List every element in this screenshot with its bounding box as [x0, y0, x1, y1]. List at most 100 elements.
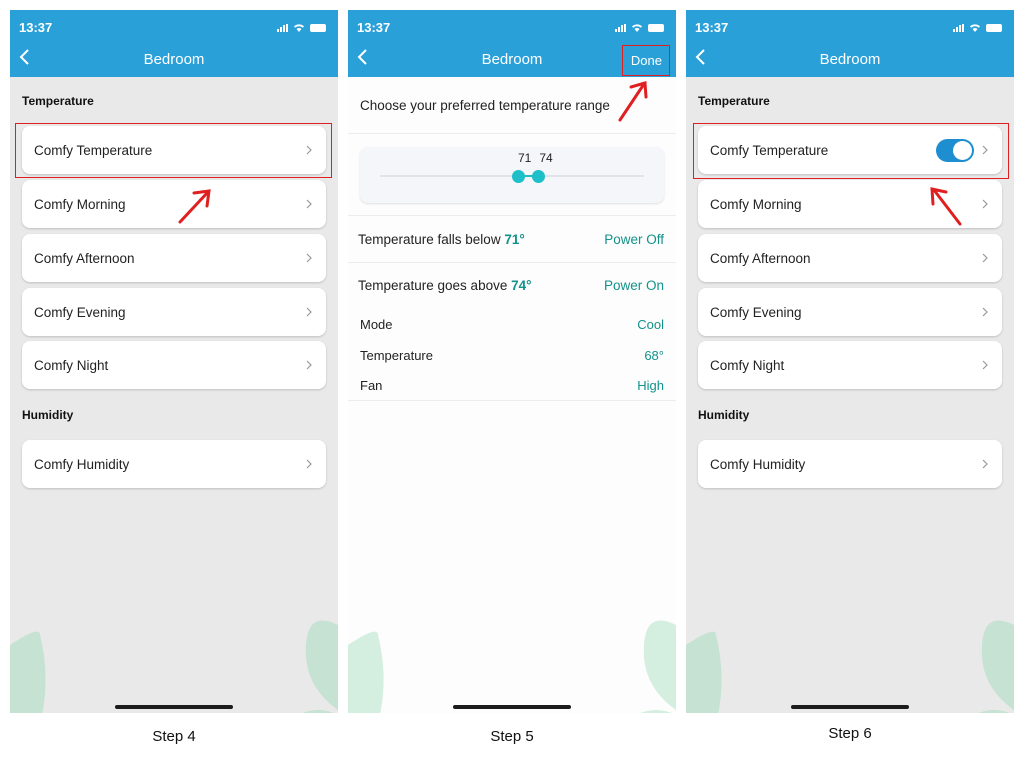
below-threshold-action[interactable]: Power Off: [604, 232, 664, 247]
list-item-label: Comfy Humidity: [34, 456, 130, 472]
leaf-decoration-icon: [640, 620, 676, 713]
status-icons: [953, 23, 1002, 32]
chevron-right-icon: [982, 459, 988, 469]
list-item-comfy-evening[interactable]: Comfy Evening: [22, 288, 326, 336]
screen-step-6: 13:37 Bedroom Temperature Comfy Temperat…: [686, 10, 1014, 713]
step-caption: Step 5: [490, 728, 534, 745]
above-threshold-label: Temperature goes above 74°: [358, 278, 532, 293]
list-item-comfy-afternoon[interactable]: Comfy Afternoon: [22, 234, 326, 282]
setting-row-mode[interactable]: Mode Cool: [360, 317, 664, 332]
annotation-arrow-icon: [178, 189, 211, 224]
setting-value: High: [637, 378, 664, 393]
annotation-arrow-icon: [930, 187, 962, 226]
list-item-comfy-night[interactable]: Comfy Night: [698, 341, 1002, 389]
leaf-decoration-icon: [978, 620, 1014, 713]
slider-values: 71 74: [518, 151, 561, 165]
nav-bar: 13:37 Bedroom: [686, 10, 1014, 77]
list-item-label: Comfy Night: [34, 357, 109, 373]
list-item-comfy-morning[interactable]: Comfy Morning: [22, 180, 326, 228]
annotation-highlight-box: [15, 123, 332, 178]
slider-high-value: 74: [539, 151, 553, 165]
list-item-comfy-night[interactable]: Comfy Night: [22, 341, 326, 389]
chevron-right-icon: [306, 199, 312, 209]
chevron-right-icon: [982, 360, 988, 370]
divider: [348, 215, 676, 216]
divider: [348, 400, 676, 401]
slider-low-value: 71: [518, 151, 532, 165]
list-item-comfy-afternoon[interactable]: Comfy Afternoon: [698, 234, 1002, 282]
page-title: Bedroom: [819, 51, 881, 68]
chevron-right-icon: [982, 253, 988, 263]
setting-label: Temperature: [360, 348, 433, 363]
above-threshold-action[interactable]: Power On: [604, 278, 664, 293]
section-label-temperature: Temperature: [22, 94, 94, 108]
list-item-label: Comfy Evening: [710, 304, 802, 320]
status-time: 13:37: [357, 20, 391, 35]
divider: [348, 133, 676, 134]
section-label-humidity: Humidity: [698, 408, 750, 422]
chevron-right-icon: [306, 459, 312, 469]
slider-high-thumb[interactable]: [531, 170, 545, 183]
wifi-icon: [294, 24, 304, 32]
below-threshold-text: Temperature falls below: [358, 232, 505, 247]
screen-step-5: 13:37 Bedroom Done Choose your preferred…: [348, 10, 676, 713]
setting-label: Fan: [360, 378, 383, 393]
status-icons: [277, 23, 326, 32]
section-label-humidity: Humidity: [22, 408, 74, 422]
slider-low-thumb[interactable]: [512, 170, 526, 183]
signal-icon: [277, 23, 288, 32]
status-time: 13:37: [19, 20, 53, 35]
list-item-label: Comfy Morning: [34, 196, 126, 212]
chevron-right-icon: [306, 307, 312, 317]
above-threshold-value: 74°: [511, 278, 532, 293]
leaf-decoration-icon: [348, 631, 384, 713]
setting-row-fan[interactable]: Fan High: [360, 378, 664, 393]
annotation-highlight-box: [693, 123, 1009, 179]
list-item-comfy-humidity[interactable]: Comfy Humidity: [22, 440, 326, 488]
setting-row-temperature[interactable]: Temperature 68°: [360, 348, 664, 363]
below-threshold-label: Temperature falls below 71°: [358, 232, 525, 247]
list-item-label: Comfy Afternoon: [34, 250, 135, 266]
battery-icon: [310, 23, 326, 32]
chevron-right-icon: [306, 360, 312, 370]
status-icons: [615, 23, 664, 32]
home-indicator: [115, 705, 233, 709]
setting-value: 68°: [644, 348, 664, 363]
leaf-decoration-icon: [302, 620, 338, 713]
chevron-right-icon: [982, 307, 988, 317]
step-caption: Step 4: [152, 728, 196, 745]
range-prompt: Choose your preferred temperature range: [360, 98, 610, 113]
battery-icon: [986, 23, 1002, 32]
setting-label: Mode: [360, 317, 393, 332]
signal-icon: [615, 23, 626, 32]
annotation-arrow-icon: [618, 81, 648, 122]
screen-step-4: 13:37 Bedroom Temperature Comfy Temperat…: [10, 10, 338, 713]
annotation-highlight-box: [622, 45, 670, 76]
wifi-icon: [632, 24, 642, 32]
below-threshold-row[interactable]: Temperature falls below 71° Power Off: [358, 232, 664, 247]
below-threshold-value: 71°: [504, 232, 525, 247]
list-item-comfy-evening[interactable]: Comfy Evening: [698, 288, 1002, 336]
temperature-range-slider[interactable]: 71 74: [360, 147, 664, 203]
chevron-right-icon: [306, 253, 312, 263]
above-threshold-text: Temperature goes above: [358, 278, 512, 293]
leaf-decoration-icon: [686, 631, 722, 713]
above-threshold-row[interactable]: Temperature goes above 74° Power On: [358, 278, 664, 293]
list-item-label: Comfy Humidity: [710, 456, 806, 472]
list-item-label: Comfy Night: [710, 357, 785, 373]
setting-value: Cool: [637, 317, 664, 332]
list-item-label: Comfy Afternoon: [710, 250, 811, 266]
list-item-label: Comfy Evening: [34, 304, 126, 320]
battery-icon: [648, 23, 664, 32]
page-title: Bedroom: [143, 51, 205, 68]
wifi-icon: [970, 24, 980, 32]
nav-bar: 13:37 Bedroom: [10, 10, 338, 77]
chevron-right-icon: [982, 199, 988, 209]
status-time: 13:37: [695, 20, 729, 35]
home-indicator: [791, 705, 909, 709]
home-indicator: [453, 705, 571, 709]
step-caption: Step 6: [828, 725, 872, 742]
list-item-comfy-humidity[interactable]: Comfy Humidity: [698, 440, 1002, 488]
leaf-decoration-icon: [10, 631, 46, 713]
section-label-temperature: Temperature: [698, 94, 770, 108]
